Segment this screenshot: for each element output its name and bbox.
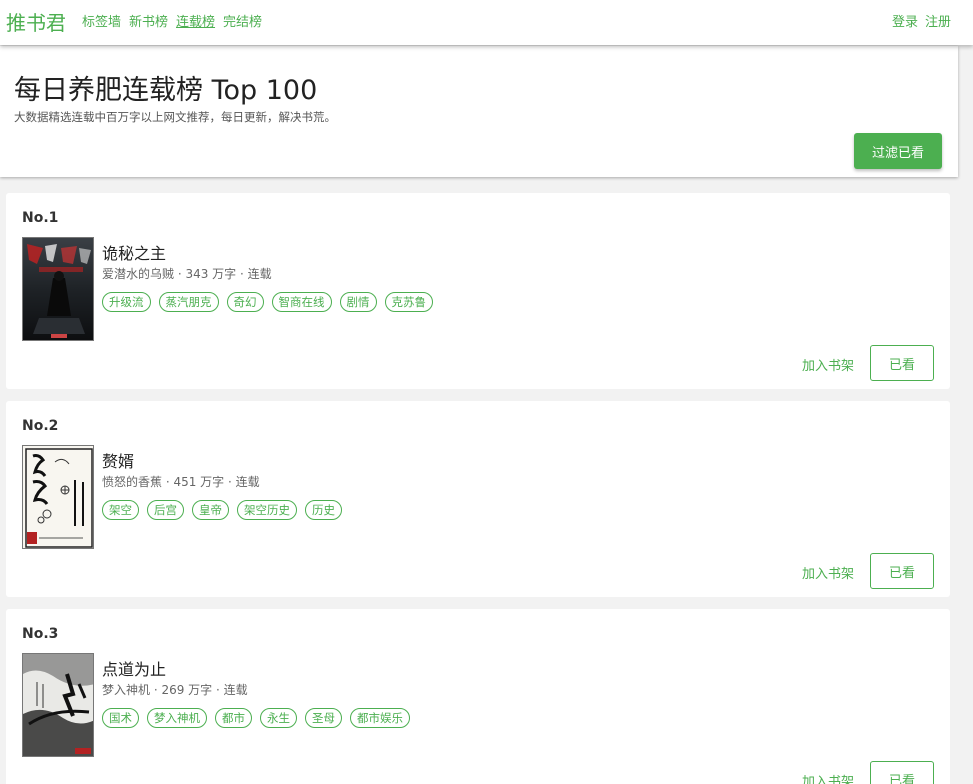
- mark-read-button[interactable]: 已看: [870, 345, 934, 381]
- add-to-shelf-button[interactable]: 加入书架: [802, 355, 854, 374]
- book-cover[interactable]: [22, 653, 94, 757]
- book-title[interactable]: 诡秘之主: [102, 240, 166, 264]
- tag[interactable]: 永生: [260, 708, 297, 728]
- ink-calligraphy-cover-icon: [23, 446, 93, 548]
- tag-list: 升级流 蒸汽朋克 奇幻 智商在线 剧情 克苏鲁: [102, 292, 441, 312]
- add-to-shelf-button[interactable]: 加入书架: [802, 771, 854, 784]
- page-title: 每日养肥连载榜 Top 100: [14, 75, 318, 106]
- book-meta: 愤怒的香蕉 · 451 万字 · 连载: [102, 475, 260, 489]
- register-link[interactable]: 注册: [925, 11, 951, 30]
- book-meta: 爱潜水的乌贼 · 343 万字 · 连载: [102, 267, 272, 281]
- dark-fantasy-cover-icon: [23, 238, 93, 340]
- book-meta: 梦入神机 · 269 万字 · 连载: [102, 683, 248, 697]
- book-card: No.1 诡秘之主 爱潜水的乌贼 · 343 万字 · 连载 升级流 蒸汽朋克 …: [6, 193, 950, 389]
- nav-link-serial-ranking[interactable]: 连载榜: [176, 11, 215, 30]
- brand-logo[interactable]: 推书君: [6, 7, 66, 36]
- book-rank: No.2: [22, 418, 59, 434]
- book-cover[interactable]: [22, 445, 94, 549]
- nav-link-new-books[interactable]: 新书榜: [129, 11, 168, 30]
- tag-list: 架空 后宫 皇帝 架空历史 历史: [102, 500, 350, 520]
- mark-read-button[interactable]: 已看: [870, 553, 934, 589]
- tag[interactable]: 剧情: [339, 292, 377, 312]
- tag-list: 国术 梦入神机 都市 永生 圣母 都市娱乐: [102, 708, 418, 728]
- add-to-shelf-button[interactable]: 加入书架: [802, 563, 854, 582]
- tag[interactable]: 国术: [102, 708, 139, 728]
- page-subtitle: 大数据精选连载中百万字以上网文推荐，每日更新，解决书荒。: [14, 110, 336, 124]
- tag[interactable]: 蒸汽朋克: [158, 292, 219, 312]
- tag[interactable]: 奇幻: [226, 292, 264, 312]
- book-card: No.2 赘婿 愤怒的香蕉 · 451 万字 · 连载 架空 后宫 皇帝 架空历…: [6, 401, 950, 597]
- tag[interactable]: 升级流: [102, 292, 151, 312]
- book-title[interactable]: 赘婿: [102, 448, 134, 472]
- tag[interactable]: 皇帝: [192, 500, 229, 520]
- book-rank: No.3: [22, 626, 59, 642]
- book-title[interactable]: 点道为止: [102, 656, 166, 680]
- nav-link-completed-ranking[interactable]: 完结榜: [223, 11, 262, 30]
- tag[interactable]: 后宫: [147, 500, 184, 520]
- tag[interactable]: 历史: [305, 500, 342, 520]
- tag[interactable]: 都市: [215, 708, 252, 728]
- page-header: 每日养肥连载榜 Top 100 大数据精选连载中百万字以上网文推荐，每日更新，解…: [0, 46, 958, 177]
- tag[interactable]: 克苏鲁: [384, 292, 433, 312]
- tag[interactable]: 架空: [102, 500, 139, 520]
- auth-links: 登录 注册: [885, 11, 951, 30]
- tag[interactable]: 智商在线: [271, 292, 332, 312]
- tag[interactable]: 都市娱乐: [350, 708, 410, 728]
- login-link[interactable]: 登录: [892, 11, 918, 30]
- nav-links: 标签墙 新书榜 连载榜 完结榜: [82, 11, 270, 30]
- ink-wash-cover-icon: [23, 654, 93, 756]
- tag[interactable]: 架空历史: [237, 500, 297, 520]
- book-rank: No.1: [22, 210, 59, 226]
- nav-link-tag-wall[interactable]: 标签墙: [82, 11, 121, 30]
- book-card: No.3 点道为止 梦入神机 · 269 万字 · 连载 国术 梦入神机 都市 …: [6, 609, 950, 784]
- mark-read-button[interactable]: 已看: [870, 761, 934, 784]
- filter-read-button[interactable]: 过滤已看: [854, 133, 942, 169]
- book-cover[interactable]: [22, 237, 94, 341]
- tag[interactable]: 圣母: [305, 708, 342, 728]
- top-navbar: 推书君 标签墙 新书榜 连载榜 完结榜 登录 注册: [0, 0, 973, 45]
- tag[interactable]: 梦入神机: [147, 708, 207, 728]
